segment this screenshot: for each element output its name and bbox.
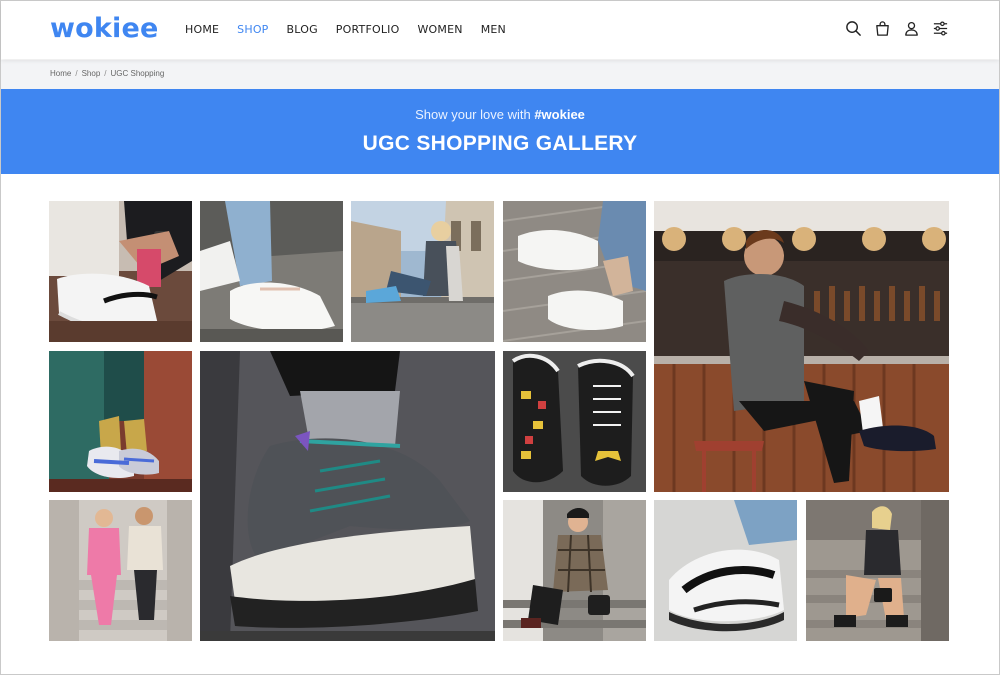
gallery-photo[interactable] — [200, 201, 343, 342]
nav-item-shop[interactable]: SHOP — [237, 23, 268, 36]
gallery-photo[interactable] — [200, 351, 495, 641]
page-banner: Show your love with #wokiee UGC SHOPPING… — [1, 89, 999, 174]
gallery-photo[interactable] — [806, 500, 949, 641]
search-icon[interactable] — [845, 20, 862, 37]
shopping-bag-icon[interactable] — [874, 20, 891, 37]
photo-batman-converse-sneakers — [503, 351, 646, 492]
photo-couple-on-stairs — [49, 500, 192, 641]
nav-item-men[interactable]: MEN — [481, 23, 506, 36]
breadcrumb-current: UGC Shopping — [110, 69, 165, 78]
photo-woman-on-steps-handbag — [806, 500, 949, 641]
gallery-photo[interactable] — [503, 351, 646, 492]
brand-logo[interactable]: wokiee — [50, 13, 159, 44]
gallery-photo[interactable] — [654, 201, 949, 492]
nav-item-women[interactable]: WOMEN — [417, 23, 462, 36]
photo-white-sneakers-metal-floor — [503, 201, 646, 342]
banner-hashtag[interactable]: #wokiee — [534, 107, 585, 122]
photo-woman-plaid-coat-steps — [503, 500, 646, 641]
site-header: wokiee HOME SHOP BLOG PORTFOLIO WOMEN ME… — [1, 1, 999, 59]
gallery-photo[interactable] — [503, 500, 646, 641]
photo-white-black-chunky-sneaker — [654, 500, 797, 641]
page-title: UGC SHOPPING GALLERY — [362, 132, 638, 155]
photo-timberland-hiking-sneaker — [200, 351, 495, 641]
photo-woman-sitting-by-canal — [351, 201, 494, 342]
banner-subtitle: Show your love with #wokiee — [1, 107, 999, 122]
gallery-photo[interactable] — [654, 500, 797, 641]
main-nav: HOME SHOP BLOG PORTFOLIO WOMEN MEN — [185, 23, 524, 36]
photo-white-nike-sneaker-sitting — [49, 201, 192, 342]
photo-white-reebok-sneakers-jeans — [200, 201, 343, 342]
gallery-photo[interactable] — [49, 500, 192, 641]
banner-subtitle-text: Show your love with — [415, 107, 531, 122]
breadcrumb-shop[interactable]: Shop — [82, 69, 101, 78]
nav-item-home[interactable]: HOME — [185, 23, 219, 36]
breadcrumb-separator: / — [75, 69, 78, 78]
settings-sliders-icon[interactable] — [932, 20, 949, 37]
user-icon[interactable] — [903, 20, 920, 37]
breadcrumb-separator: / — [104, 69, 107, 78]
gallery-photo[interactable] — [351, 201, 494, 342]
photo-man-sitting-at-bar — [654, 201, 949, 492]
nav-item-portfolio[interactable]: PORTFOLIO — [336, 23, 400, 36]
nav-item-blog[interactable]: BLOG — [287, 23, 318, 36]
photo-woman-colorful-sneakers — [49, 351, 192, 492]
breadcrumb: Home / Shop / UGC Shopping — [50, 69, 164, 78]
gallery-photo[interactable] — [49, 351, 192, 492]
gallery-photo[interactable] — [49, 201, 192, 342]
breadcrumb-bar: Home / Shop / UGC Shopping — [1, 60, 999, 89]
header-actions — [845, 20, 949, 37]
gallery-photo[interactable] — [503, 201, 646, 342]
breadcrumb-home[interactable]: Home — [50, 69, 71, 78]
